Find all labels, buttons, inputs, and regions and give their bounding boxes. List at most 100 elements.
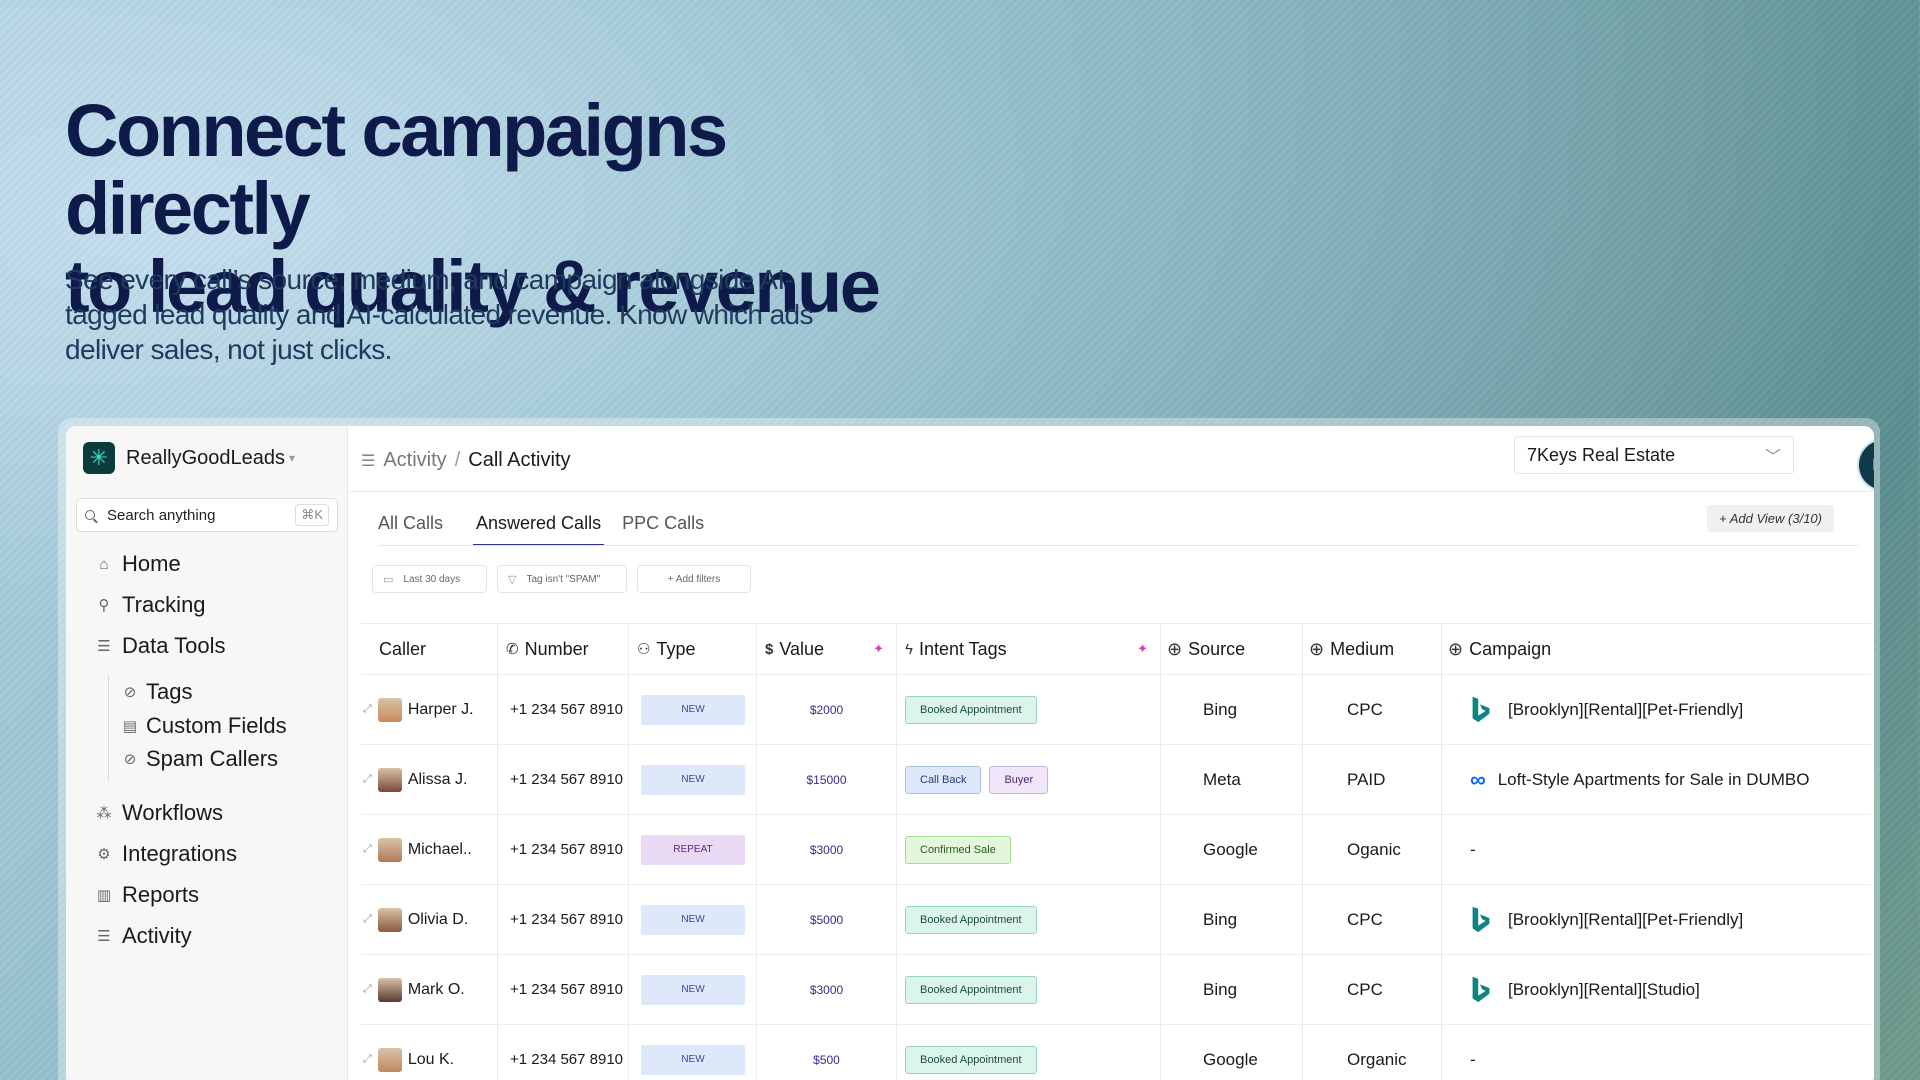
users-icon: ⚇: [637, 641, 651, 658]
column-value[interactable]: $ Value ✦: [757, 624, 897, 674]
tag-filter[interactable]: ▽ Tag isn't "SPAM": [497, 565, 627, 593]
sidebar-item-data-tools[interactable]: ☰ Data Tools: [96, 631, 225, 661]
type-badge: NEW: [641, 694, 745, 725]
chevron-down-icon: ﹀: [1764, 449, 1781, 466]
brand-switcher[interactable]: ✳ ReallyGoodLeads ▾: [83, 442, 295, 474]
caller-name: Olivia D.: [407, 910, 469, 928]
column-campaign[interactable]: ⊕ Campaign: [1442, 624, 1871, 674]
campaign-wrap: [Brooklyn][Rental][Studio]: [1442, 976, 1700, 1004]
phone-number: +1 234 567 8910: [510, 771, 624, 788]
table-row[interactable]: ⤢ Olivia D. +1 234 567 8910 NEW $5000 Booked …: [361, 885, 1871, 955]
campaign-wrap: [Brooklyn][Rental][Pet-Friendly]: [1442, 696, 1743, 724]
value-amount: $2000: [809, 702, 844, 717]
search-icon: [85, 510, 95, 520]
funnel-icon: ▽: [508, 573, 517, 586]
tab-ppc-calls[interactable]: PPC Calls: [622, 513, 704, 546]
source-cell: Bing: [1161, 955, 1303, 1024]
value-cell: $3000: [757, 815, 897, 884]
campaign-cell: ∞ Loft-Style Apartments for Sale in DUMBO: [1442, 745, 1871, 814]
expand-icon[interactable]: ⤢: [363, 983, 372, 996]
sidebar-item-integrations[interactable]: ⚙ Integrations: [96, 839, 237, 869]
sidebar-item-activity[interactable]: ☰ Activity: [96, 921, 191, 951]
expand-icon[interactable]: ⤢: [363, 773, 372, 786]
column-type[interactable]: ⚇ Type: [629, 624, 757, 674]
add-filters-button[interactable]: + Add filters: [637, 565, 751, 593]
user-avatar[interactable]: NP: [1859, 440, 1874, 490]
type-cell: NEW: [629, 745, 757, 814]
company-select[interactable]: 7Keys Real Estate ﹀: [1514, 436, 1794, 474]
column-label: Source: [1188, 638, 1246, 659]
source-value: Meta: [1203, 769, 1241, 789]
expand-icon[interactable]: ⤢: [363, 1053, 372, 1066]
column-number[interactable]: ✆ Number: [498, 624, 629, 674]
calendar-icon: ▭: [383, 573, 394, 586]
medium-cell: Organic: [1303, 1025, 1442, 1080]
globe-icon: ⊕: [1309, 638, 1325, 659]
type-badge: NEW: [641, 764, 745, 795]
sidebar-item-spam-callers[interactable]: ⊘ Spam Callers: [122, 744, 278, 774]
sidebar-item-tracking[interactable]: ⚲ Tracking: [96, 590, 206, 620]
type-badge: NEW: [641, 904, 745, 935]
table-row[interactable]: ⤢ Alissa J. +1 234 567 8910 NEW $15000 Call B…: [361, 745, 1871, 815]
expand-icon[interactable]: ⤢: [363, 913, 372, 926]
avatar: [377, 697, 402, 722]
avatar: [377, 907, 402, 932]
column-medium[interactable]: ⊕ Medium: [1303, 624, 1442, 674]
search-shortcut: ⌘K: [295, 504, 329, 526]
add-view-button[interactable]: + Add View (3/10): [1707, 505, 1834, 532]
type-badge: NEW: [641, 974, 745, 1005]
database-icon: ☰: [97, 638, 111, 655]
intent-tag[interactable]: Call Back: [905, 765, 982, 794]
intent-tag[interactable]: Booked Appointment: [905, 905, 1037, 934]
medium-cell: PAID: [1303, 745, 1442, 814]
medium-value: Organic: [1347, 1049, 1407, 1069]
medium-value: CPC: [1347, 699, 1383, 719]
sidebar-item-tags[interactable]: ⊘ Tags: [122, 677, 193, 707]
phone-number: +1 234 567 8910: [510, 1051, 624, 1068]
search-placeholder: Search anything: [107, 506, 216, 524]
date-filter[interactable]: ▭ Last 30 days: [372, 565, 487, 593]
campaign-wrap: -: [1442, 840, 1476, 860]
medium-value: CPC: [1347, 909, 1383, 929]
campaign-cell: [Brooklyn][Rental][Pet-Friendly]: [1442, 675, 1871, 744]
sidebar-item-home[interactable]: ⌂ Home: [96, 549, 180, 579]
intent-tags-cell: Booked Appointment: [897, 955, 1161, 1024]
workflow-icon: ⁂: [96, 805, 112, 822]
caller-name: Alissa J.: [407, 770, 468, 788]
source-value: Google: [1203, 839, 1258, 859]
tab-answered-calls[interactable]: Answered Calls: [473, 513, 605, 546]
expand-icon[interactable]: ⤢: [363, 843, 372, 856]
column-intent-tags[interactable]: ϟ Intent Tags ✦: [897, 624, 1161, 674]
sidebar-item-custom-fields[interactable]: ▤ Custom Fields: [122, 711, 287, 741]
intent-tag[interactable]: Confirmed Sale: [905, 835, 1011, 864]
breadcrumb-parent[interactable]: Activity: [383, 449, 446, 472]
sidebar-item-workflows[interactable]: ⁂ Workflows: [96, 798, 224, 828]
value-amount: $500: [813, 1052, 840, 1067]
caller-cell: ⤢ Mark O.: [361, 955, 498, 1024]
tab-all-calls[interactable]: All Calls: [378, 513, 443, 546]
source-cell: Google: [1161, 815, 1303, 884]
meta-logo-icon: ∞: [1470, 766, 1486, 792]
phone-number: +1 234 567 8910: [510, 841, 624, 858]
number-cell: +1 234 567 8910: [498, 745, 629, 814]
table-row[interactable]: ⤢ Harper J. +1 234 567 8910 NEW $2000 Booked …: [361, 675, 1871, 745]
table-row[interactable]: ⤢ Lou K. +1 234 567 8910 NEW $500 Booked Appo…: [361, 1025, 1871, 1080]
sidebar-item-reports[interactable]: ▥ Reports: [96, 880, 199, 910]
column-source[interactable]: ⊕ Source: [1161, 624, 1303, 674]
list-icon: ☰: [361, 452, 376, 470]
column-label: Intent Tags: [918, 638, 1007, 659]
source-value: Bing: [1203, 979, 1238, 999]
caller-name: Harper J.: [407, 700, 474, 718]
search-input[interactable]: Search anything ⌘K: [76, 498, 338, 532]
column-caller[interactable]: Caller: [361, 624, 498, 674]
table-row[interactable]: ⤢ Michael.. +1 234 567 8910 REPEAT $3000 Conf…: [361, 815, 1871, 885]
expand-icon[interactable]: ⤢: [363, 703, 372, 716]
page-title: Call Activity: [468, 449, 571, 471]
intent-tag[interactable]: Booked Appointment: [905, 1045, 1037, 1074]
intent-tag[interactable]: Buyer: [989, 765, 1049, 794]
avatar: [377, 767, 402, 792]
home-icon: ⌂: [99, 555, 109, 573]
intent-tag[interactable]: Booked Appointment: [905, 975, 1037, 1004]
intent-tag[interactable]: Booked Appointment: [905, 695, 1037, 724]
table-row[interactable]: ⤢ Mark O. +1 234 567 8910 NEW $3000 Booked Ap…: [361, 955, 1871, 1025]
